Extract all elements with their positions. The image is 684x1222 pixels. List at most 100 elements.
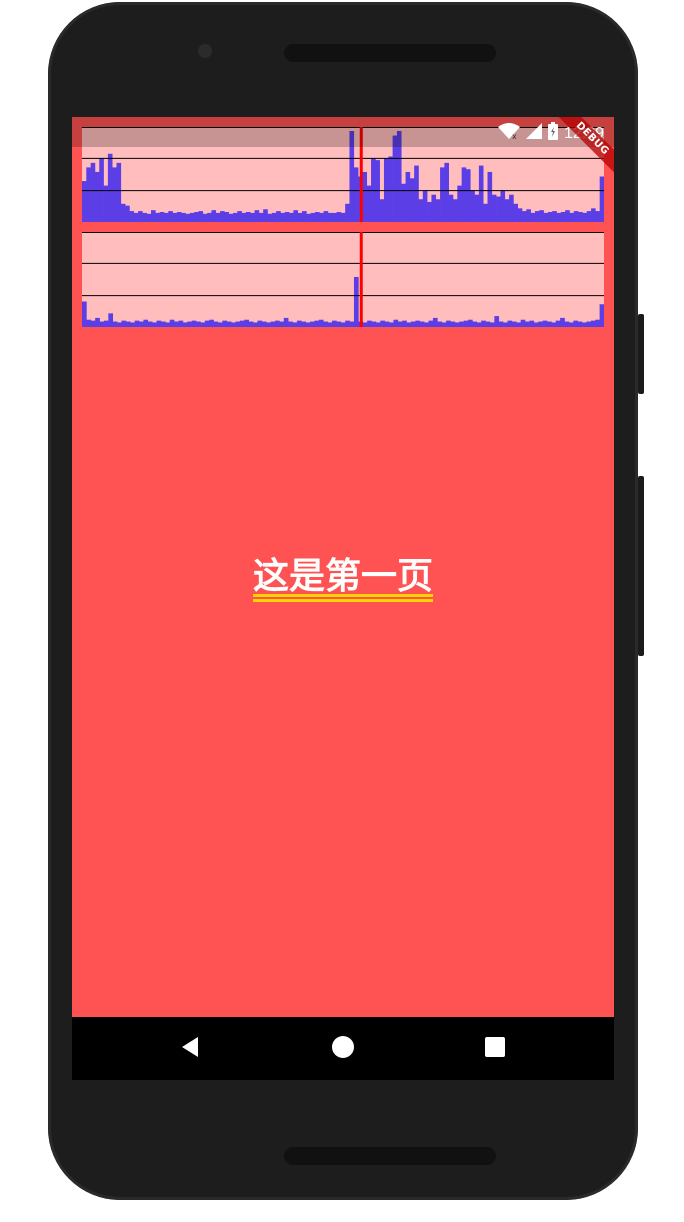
frame-bar — [174, 321, 179, 327]
frame-bar — [371, 158, 376, 222]
frame-bar — [599, 176, 604, 222]
frame-bar — [478, 165, 484, 222]
frame-bar — [509, 194, 514, 222]
frame-bar — [155, 212, 160, 222]
frame-bar — [99, 321, 105, 327]
ui-thread-chart — [82, 232, 604, 327]
frame-bar — [160, 321, 166, 327]
frame-bar — [261, 321, 267, 327]
frame-bar — [336, 321, 342, 327]
back-triangle-icon — [180, 1036, 200, 1062]
frame-bar — [522, 211, 527, 222]
frame-bar — [494, 316, 500, 327]
frame-bar — [200, 322, 206, 327]
frame-bar — [432, 317, 438, 327]
frame-bar — [371, 321, 377, 327]
frame-bar — [340, 212, 346, 222]
frame-bar — [318, 319, 324, 327]
frame-bar — [437, 321, 442, 327]
frame-bar — [340, 322, 346, 327]
frame-bar — [418, 199, 424, 222]
frame-bar — [116, 162, 122, 222]
frame-bar — [599, 304, 604, 327]
frame-bar — [379, 199, 385, 222]
frame-bar — [245, 211, 251, 222]
frame-bar — [296, 320, 302, 327]
frame-bar — [297, 212, 303, 222]
frame-bar — [560, 317, 565, 327]
recents-button[interactable] — [465, 1017, 525, 1080]
frame-bar — [86, 167, 91, 222]
frame-bar — [232, 212, 238, 222]
volume-button[interactable] — [638, 476, 644, 656]
frame-bar — [491, 194, 497, 222]
app-screen: x 12:09 DEBUG 这是第一页 — [72, 117, 614, 1080]
frame-bar — [573, 320, 578, 327]
frame-bar — [130, 322, 135, 327]
frame-bar — [108, 313, 114, 327]
frame-bar — [383, 158, 389, 222]
frame-bar — [152, 322, 157, 327]
frame-bar — [235, 321, 241, 327]
frame-bar — [441, 322, 447, 327]
frame-bar — [165, 322, 171, 327]
frame-bar — [393, 319, 399, 327]
page-title: 这是第一页 — [252, 556, 433, 597]
frame-bar — [302, 211, 307, 222]
frame-bar — [129, 211, 135, 222]
frame-bar — [270, 321, 276, 327]
home-circle-icon — [331, 1035, 355, 1063]
frame-bar — [314, 211, 320, 222]
frame-bar — [560, 211, 566, 222]
frame-bar — [384, 321, 390, 327]
frame-bar — [176, 211, 182, 222]
frame-bar — [163, 212, 169, 222]
frame-bar — [231, 322, 236, 327]
frame-bar — [375, 322, 381, 327]
frame-bar — [345, 203, 350, 222]
frame-bar — [440, 167, 445, 222]
frame-bar — [125, 205, 130, 222]
frame-bar — [196, 321, 201, 327]
wifi-icon: x — [497, 122, 520, 145]
frame-bar — [565, 210, 570, 222]
frame-bar — [292, 322, 298, 327]
frame-bar — [293, 210, 298, 222]
frame-bar — [414, 165, 419, 222]
frame-bar — [516, 322, 521, 327]
frame-bar — [406, 322, 412, 327]
frame-bar — [578, 211, 583, 222]
frame-bar — [211, 210, 217, 222]
frame-bar — [556, 212, 562, 222]
signal-icon — [525, 123, 542, 144]
frame-bar — [289, 212, 294, 222]
frame-bar — [392, 135, 398, 222]
home-button[interactable] — [313, 1017, 373, 1080]
frame-bar — [547, 211, 553, 222]
frame-bar — [503, 322, 508, 327]
frame-bar — [220, 211, 225, 222]
frame-bar — [271, 212, 277, 222]
frame-bar — [401, 183, 406, 222]
frame-bar — [546, 321, 552, 327]
frame-bar — [465, 169, 471, 222]
frame-bar — [103, 320, 109, 327]
frame-bar — [534, 211, 540, 222]
frame-bar — [485, 321, 491, 327]
frame-bar — [202, 213, 208, 222]
frame-bar — [504, 199, 510, 222]
frame-bar — [582, 212, 588, 222]
battery-icon — [547, 122, 558, 145]
frame-bar — [82, 301, 87, 327]
back-button[interactable] — [160, 1017, 220, 1080]
frame-bar — [468, 319, 473, 327]
frame-bar — [215, 212, 221, 222]
frame-bar — [569, 212, 575, 222]
frame-bar — [453, 199, 458, 222]
recents-square-icon — [485, 1036, 505, 1061]
frame-bar — [172, 212, 178, 222]
power-button[interactable] — [638, 314, 644, 394]
frame-bar — [134, 320, 140, 327]
frame-bar — [187, 321, 192, 327]
frame-bar — [517, 208, 523, 222]
